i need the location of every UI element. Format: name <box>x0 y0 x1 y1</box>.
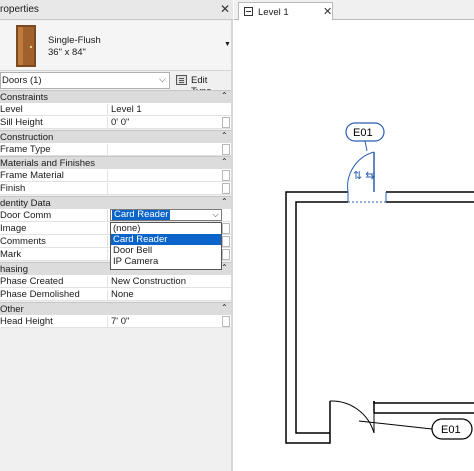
option-ip-camera[interactable]: IP Camera <box>111 256 221 267</box>
door-swing-arc-bottom <box>329 400 375 434</box>
collapse-icon[interactable]: ⌃ <box>221 157 228 166</box>
tab-label: Level 1 <box>258 7 289 18</box>
option-door-bell[interactable]: Door Bell <box>111 245 221 256</box>
type-family-name: Single-Flush <box>48 35 101 46</box>
instance-filter-dropdown[interactable]: Doors (1) ⌵ <box>0 72 170 89</box>
section-materials-and-finishes[interactable]: Materials and Finishes ⌃ <box>0 156 233 169</box>
collapse-icon[interactable]: ⌃ <box>221 197 228 206</box>
param-value[interactable]: 0' 0" <box>111 117 129 128</box>
chevron-down-icon: ⌵ <box>159 74 166 84</box>
param-checkbox[interactable] <box>222 316 230 327</box>
tab-level-1[interactable]: Level 1 ✕ <box>238 2 333 20</box>
param-name: Finish <box>0 183 108 195</box>
properties-palette: roperties ✕ Single-Flush 36" x 84" ▼ Doo… <box>0 0 233 471</box>
param-name: Door Comm <box>0 210 108 222</box>
param-checkbox[interactable] <box>222 183 230 194</box>
tag-leader-top <box>364 140 368 152</box>
param-row-level[interactable]: Level Level 1 <box>0 103 233 116</box>
param-name: Head Height <box>0 316 108 328</box>
door-tag-bottom-label: E01 <box>441 424 461 436</box>
param-checkbox[interactable] <box>222 249 230 260</box>
door-comm-selected-value: Card Reader <box>112 209 171 220</box>
section-identity-data[interactable]: dentity Data ⌃ <box>0 196 233 209</box>
edit-type-button[interactable]: Edit Type <box>173 72 229 97</box>
drawing-canvas[interactable]: ⇅ ⇆ E01 E01 <box>234 21 474 471</box>
section-other[interactable]: Other ⌃ <box>0 302 233 315</box>
collapse-icon[interactable]: ⌃ <box>221 91 228 100</box>
properties-title-bar: roperties ✕ <box>0 0 233 20</box>
param-row-phase-created[interactable]: Phase Created New Construction <box>0 275 233 288</box>
param-row-sill-height[interactable]: Sill Height 0' 0" <box>0 116 233 129</box>
properties-scrollbar[interactable] <box>231 20 233 471</box>
inner-wall-line <box>295 201 474 434</box>
instance-filter-value: Doors (1) <box>2 75 42 86</box>
param-name: Frame Type <box>0 144 108 156</box>
floor-plan-drawing: ⇅ ⇆ E01 E01 <box>285 122 474 444</box>
param-name: Mark <box>0 249 108 261</box>
door-tag-top-label: E01 <box>353 127 373 139</box>
param-name: Frame Material <box>0 170 108 182</box>
param-checkbox[interactable] <box>222 236 230 247</box>
type-dropdown-arrow-icon[interactable]: ▼ <box>224 41 231 48</box>
option-card-reader[interactable]: Card Reader <box>111 234 221 245</box>
section-label: dentity Data <box>0 198 51 209</box>
section-construction[interactable]: Construction ⌃ <box>0 130 233 143</box>
param-value[interactable]: Level 1 <box>111 104 142 115</box>
param-checkbox[interactable] <box>222 144 230 155</box>
section-label: Materials and Finishes <box>0 158 96 169</box>
section-label: Constraints <box>0 92 49 103</box>
flip-controls-icon[interactable]: ⇅ ⇆ <box>353 170 375 182</box>
edit-type-icon <box>176 75 187 85</box>
door-thumbnail-icon <box>16 25 36 67</box>
properties-title: roperties <box>0 4 39 15</box>
param-value[interactable]: New Construction <box>111 276 186 287</box>
chevron-down-icon[interactable]: ⌵ <box>210 210 221 220</box>
param-name: Sill Height <box>0 117 108 129</box>
option-none[interactable]: (none) <box>111 223 221 234</box>
section-constraints[interactable]: Constraints ⌃ <box>0 90 233 103</box>
param-row-head-height[interactable]: Head Height 7' 0" <box>0 315 233 328</box>
param-name: Image <box>0 223 108 235</box>
param-checkbox[interactable] <box>222 223 230 234</box>
partition-wall <box>373 401 474 414</box>
close-icon[interactable]: ✕ <box>220 2 230 16</box>
door-comm-dropdown[interactable]: Card Reader ⌵ <box>110 209 222 221</box>
close-icon[interactable]: ✕ <box>323 5 332 18</box>
collapse-icon[interactable]: ⌃ <box>221 303 228 312</box>
param-checkbox[interactable] <box>222 117 230 128</box>
tag-leader-bottom <box>358 420 433 430</box>
param-name: Comments <box>0 236 108 248</box>
param-row-frame-type[interactable]: Frame Type <box>0 143 233 156</box>
param-name: Phase Created <box>0 276 108 288</box>
view-tab-bar: Level 1 ✕ <box>234 0 474 20</box>
floor-plan-icon <box>244 7 253 16</box>
param-row-frame-material[interactable]: Frame Material <box>0 169 233 182</box>
param-name: Level <box>0 104 108 116</box>
param-value[interactable]: 7' 0" <box>111 316 129 327</box>
param-value[interactable]: None <box>111 289 134 300</box>
section-label: Other <box>0 304 24 315</box>
type-size-name: 36" x 84" <box>48 47 86 58</box>
type-selector[interactable]: Single-Flush 36" x 84" ▼ <box>0 21 233 71</box>
collapse-icon[interactable]: ⌃ <box>221 263 228 272</box>
param-row-finish[interactable]: Finish <box>0 182 233 195</box>
outer-wall-line <box>285 191 474 444</box>
collapse-icon[interactable]: ⌃ <box>221 131 228 140</box>
section-label: hasing <box>0 264 28 275</box>
param-name: Phase Demolished <box>0 289 108 301</box>
door-comm-options-list: (none) Card Reader Door Bell IP Camera <box>110 222 222 270</box>
section-label: Construction <box>0 132 54 143</box>
param-checkbox[interactable] <box>222 170 230 181</box>
param-row-phase-demolished[interactable]: Phase Demolished None <box>0 288 233 301</box>
